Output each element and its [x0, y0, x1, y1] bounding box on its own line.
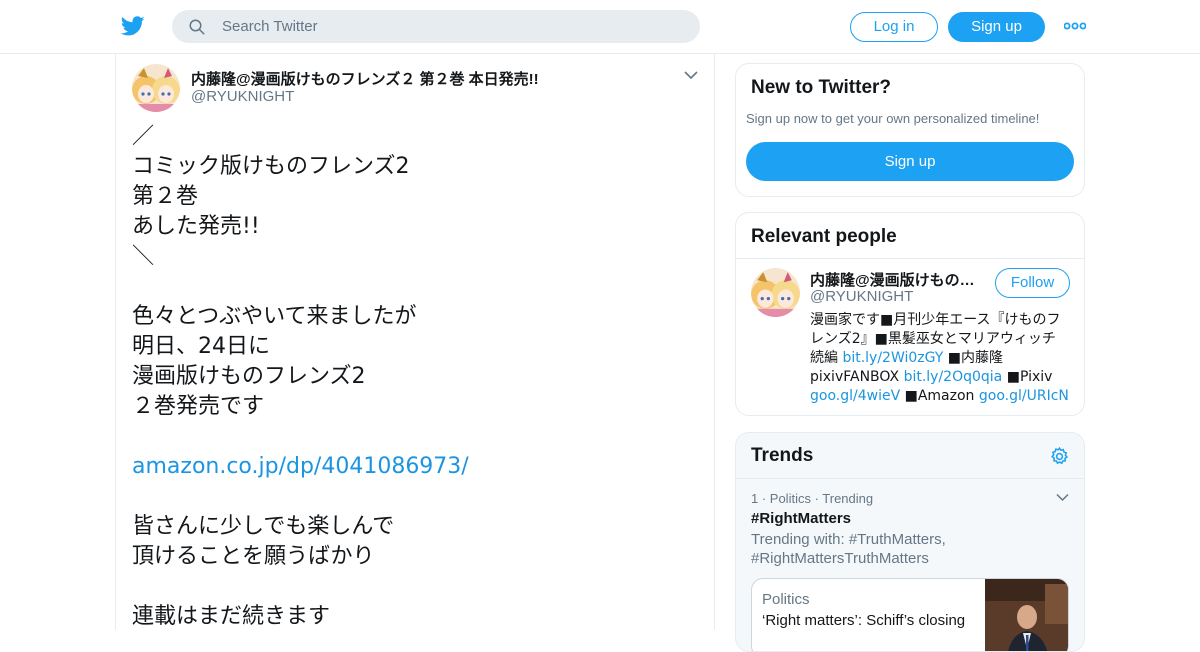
tweet-line: コミック版けものフレンズ2 [132, 154, 410, 179]
bio-link[interactable]: goo.gl/4wieV [810, 388, 900, 404]
card-title: Relevant people [751, 226, 897, 247]
person-name[interactable]: 内藤隆@漫画版けもの… [810, 269, 990, 290]
gear-icon[interactable] [1049, 446, 1070, 467]
tweet-line: 色々とつぶやいて来ましたが [132, 304, 417, 329]
bio-text: ■Amazon [900, 388, 979, 404]
news-card[interactable]: Politics ‘Right matters’: Schiff’s closi… [751, 578, 1069, 651]
trend-related: Trending with: #TruthMatters, #RightMatt… [751, 531, 946, 567]
search-bar[interactable] [172, 10, 700, 43]
tweet-author-handle[interactable]: @RYUKNIGHT [191, 88, 294, 105]
login-button[interactable]: Log in [850, 12, 938, 42]
tweet-link[interactable]: amazon.co.jp/dp/4041086973/ [132, 452, 692, 482]
tweet-line: 頂けることを願うばかり [132, 544, 375, 569]
follow-button[interactable]: Follow [995, 268, 1070, 298]
news-category: Politics [762, 591, 810, 608]
person-handle[interactable]: @RYUKNIGHT [810, 288, 913, 305]
bio-text: ■Pixiv [1002, 369, 1053, 385]
bio-link[interactable]: goo.gl/URIcN [979, 388, 1069, 404]
tweet-line [132, 572, 692, 602]
more-icon[interactable] [1064, 20, 1086, 32]
new-to-twitter-card: New to Twitter? Sign up now to get your … [735, 63, 1085, 197]
tweet-line: ＼ [132, 244, 155, 269]
tweet-line [132, 272, 692, 302]
tweet-line: ／ [132, 124, 155, 149]
chevron-down-icon[interactable] [684, 70, 698, 80]
card-title: New to Twitter? [751, 77, 892, 98]
trend-meta: 1 · Politics · Trending [751, 491, 874, 506]
tweet-line [132, 422, 692, 452]
top-nav-bar: Log in Sign up [0, 0, 1200, 54]
trend-hashtag[interactable]: #RightMatters [751, 510, 851, 527]
tweet-line: 漫画版けものフレンズ2 [132, 364, 366, 389]
tweet-detail: 内藤隆@漫画版けものフレンズ２ 第２巻 本日発売!! @RYUKNIGHT ／ … [115, 54, 715, 630]
news-headline: ‘Right matters’: Schiff’s closing [762, 612, 966, 629]
card-subtitle: Sign up now to get your own personalized… [746, 111, 1040, 126]
twitter-bird-icon[interactable] [120, 14, 146, 38]
signup-button[interactable]: Sign up [948, 12, 1045, 42]
search-icon [189, 19, 205, 34]
tweet-line: 第２巻 [132, 184, 199, 209]
divider [736, 478, 1084, 479]
tweet-line: 連載はまだ続きます [132, 604, 331, 629]
tweet-line: ２巻発売です [132, 394, 265, 419]
avatar[interactable] [132, 64, 180, 112]
tweet-line: 明日、24日に [132, 334, 270, 359]
tweet-line: あした発売!! [132, 214, 260, 239]
person-bio: 漫画家です■月刊少年エース『けものフレンズ2』■黒髪巫女とマリアウィッチ 続編 … [810, 311, 1072, 406]
avatar[interactable] [751, 268, 800, 317]
signup-card-button[interactable]: Sign up [746, 142, 1074, 181]
trends-card: Trends 1 · Politics · Trending #RightMat… [735, 432, 1085, 652]
tweet-author-name[interactable]: 内藤隆@漫画版けものフレンズ２ 第２巻 本日発売!! [191, 68, 539, 89]
avatar-image [132, 64, 180, 112]
tweet-text: ／ コミック版けものフレンズ2 第２巻 あした発売!! ＼ 色々とつぶやいて来ま… [132, 122, 692, 632]
divider [736, 258, 1084, 259]
relevant-people-card: Relevant people 内藤隆@漫画版けもの… @RYUKNIGHT F… [735, 212, 1085, 416]
news-thumbnail [985, 579, 1068, 651]
chevron-down-icon[interactable] [1056, 493, 1069, 502]
avatar-image [751, 268, 800, 317]
tweet-line: 皆さんに少しでも楽しんで [132, 514, 395, 539]
bio-link[interactable]: bit.ly/2Wi0zGY [842, 350, 943, 366]
tweet-line [132, 482, 692, 512]
card-title: Trends [751, 445, 814, 466]
bio-link[interactable]: bit.ly/2Oq0qia [904, 369, 1003, 385]
search-input[interactable] [222, 18, 662, 35]
